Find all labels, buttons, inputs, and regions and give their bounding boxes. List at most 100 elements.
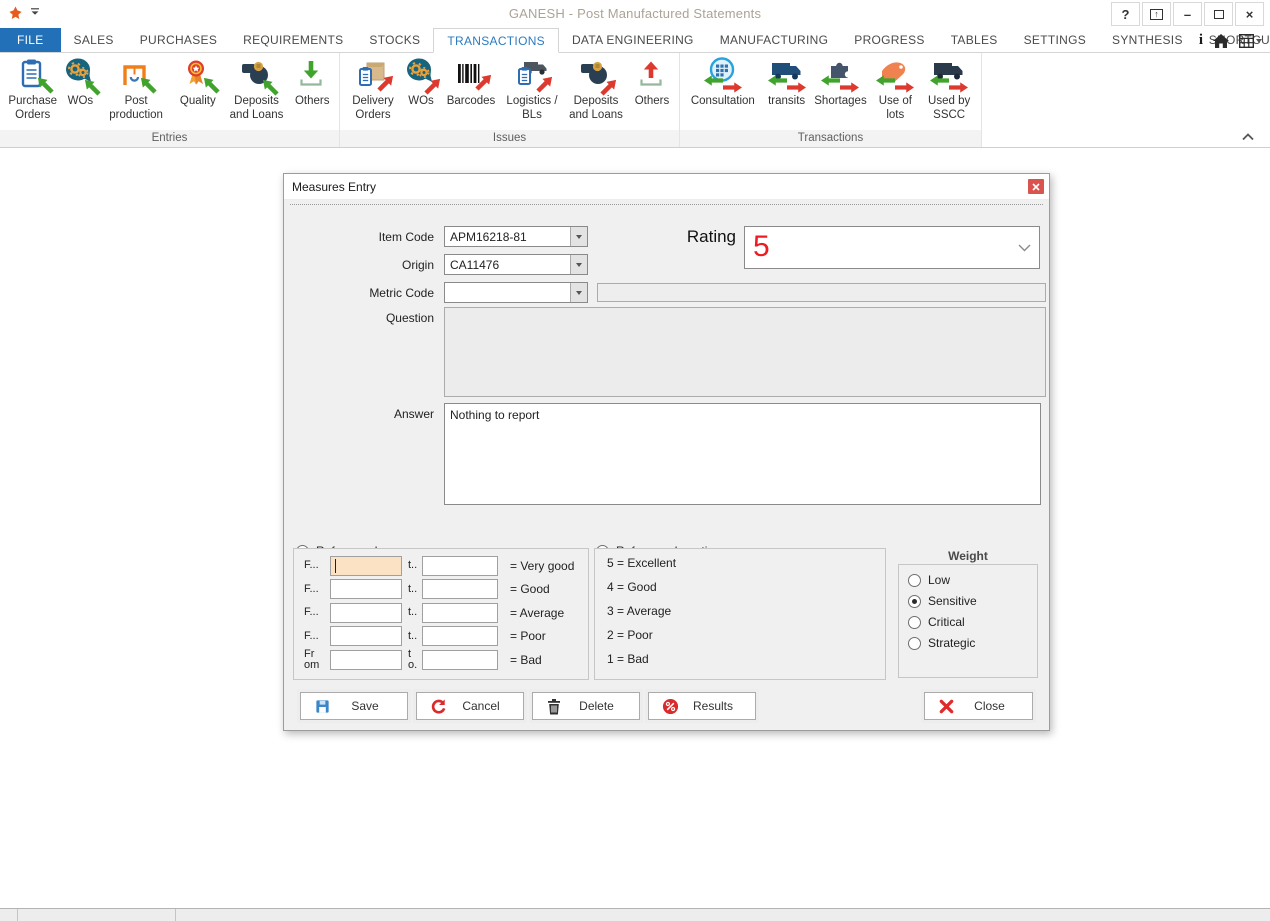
button-post-production[interactable]: Post production (102, 56, 170, 122)
collapse-ribbon-icon[interactable] (1242, 133, 1254, 141)
range-groupbox: F... t.. = Very good F... t.. = Good (293, 548, 589, 680)
calculator-icon (1239, 34, 1254, 48)
weight-strategic-radio[interactable]: Strategic (899, 636, 1037, 650)
weight-critical-radio[interactable]: Critical (899, 615, 1037, 629)
tab-manufacturing[interactable]: MANUFACTURING (707, 28, 842, 52)
range-to-input-4[interactable] (422, 626, 498, 646)
maximize-icon (1214, 10, 1224, 19)
radio-circle (908, 616, 921, 629)
metric-code-label: Metric Code (284, 286, 434, 300)
tab-purchases[interactable]: PURCHASES (127, 28, 230, 52)
button-delivery-orders[interactable]: Delivery Orders (347, 56, 399, 122)
pin-icon: ↑ (1150, 9, 1163, 20)
lot-tag-icon (876, 56, 914, 94)
results-button[interactable]: Results (648, 692, 756, 720)
close-window-button[interactable]: × (1235, 2, 1264, 26)
button-logistics-bls[interactable]: Logistics / BLs (504, 56, 560, 122)
button-quality[interactable]: Quality (175, 56, 221, 109)
range-row: From to. = Bad (294, 648, 588, 672)
tab-tables[interactable]: TABLES (938, 28, 1011, 52)
button-deposits-loans-issues[interactable]: Deposits and Loans (565, 56, 627, 122)
dropdown-arrow-icon[interactable] (570, 227, 587, 246)
status-cell (18, 909, 176, 921)
range-from-input-4[interactable] (330, 626, 402, 646)
delivery-orders-icon (354, 56, 392, 94)
maximize-button[interactable] (1204, 2, 1233, 26)
minimize-button[interactable]: – (1173, 2, 1202, 26)
tab-progress[interactable]: PROGRESS (841, 28, 937, 52)
button-used-by-sscc[interactable]: Used by SSCC (921, 56, 977, 122)
dialog-close-button[interactable] (1028, 179, 1044, 194)
rating-combobox[interactable]: 5 (744, 226, 1040, 269)
close-button[interactable]: Close (924, 692, 1033, 720)
metric-code-combobox[interactable] (444, 282, 588, 303)
range-from-input-2[interactable] (330, 579, 402, 599)
legend-item: 2 = Poor (595, 623, 885, 647)
range-from-input-3[interactable] (330, 603, 402, 623)
tab-settings[interactable]: SETTINGS (1011, 28, 1099, 52)
app-window: GANESH - Post Manufactured Statements ? … (0, 0, 1270, 921)
range-to-input-3[interactable] (422, 603, 498, 623)
item-code-combobox[interactable]: APM16218-81 (444, 226, 588, 247)
quality-icon (179, 56, 217, 94)
legend-item: 4 = Good (595, 575, 885, 599)
origin-combobox[interactable]: CA11476 (444, 254, 588, 275)
tab-data-engineering[interactable]: DATA ENGINEERING (559, 28, 707, 52)
grade-label: = Bad (498, 653, 588, 667)
work-orders-icon (61, 56, 99, 94)
weight-sensitive-radio[interactable]: Sensitive (899, 594, 1037, 608)
grade-label: = Poor (498, 629, 588, 643)
button-use-of-lots[interactable]: Use of lots (871, 56, 919, 122)
help-button[interactable]: ? (1111, 2, 1140, 26)
rating-legend-groupbox: 5 = Excellent 4 = Good 3 = Average 2 = P… (594, 548, 886, 680)
metric-description-field (597, 283, 1046, 302)
button-wos-entries[interactable]: WOs (63, 56, 97, 109)
tab-synthesis[interactable]: SYNTHESIS (1099, 28, 1196, 52)
dropdown-arrow-icon[interactable] (570, 283, 587, 302)
chevron-down-icon (1018, 244, 1031, 252)
pin-button[interactable]: ↑ (1142, 2, 1171, 26)
weight-low-radio[interactable]: Low (899, 573, 1037, 587)
text-cursor (335, 559, 336, 573)
ribbon: Purchase Orders WOs Post production (0, 53, 1270, 148)
item-code-label: Item Code (284, 230, 434, 244)
calculator-dropdown-icon (1256, 39, 1262, 43)
tab-transactions[interactable]: TRANSACTIONS (433, 28, 559, 53)
answer-textarea[interactable]: Nothing to report (444, 403, 1041, 505)
tab-sales[interactable]: SALES (61, 28, 127, 52)
delete-button[interactable]: Delete (532, 692, 640, 720)
range-to-input-5[interactable] (422, 650, 498, 670)
calculator-menu[interactable] (1239, 34, 1262, 48)
dropdown-arrow-icon[interactable] (570, 255, 587, 274)
button-transits[interactable]: transits (764, 56, 810, 109)
range-from-input-1[interactable] (330, 556, 402, 576)
home-icon[interactable] (1213, 34, 1229, 48)
button-consultation[interactable]: Consultation (684, 56, 762, 109)
tab-stocks[interactable]: STOCKS (356, 28, 433, 52)
cancel-button[interactable]: Cancel (416, 692, 524, 720)
button-deposits-loans-entries[interactable]: Deposits and Loans (226, 56, 288, 122)
range-to-input-1[interactable] (422, 556, 498, 576)
tab-requirements[interactable]: REQUIREMENTS (230, 28, 356, 52)
range-row: F... t.. = Poor (294, 625, 588, 649)
button-others-entries[interactable]: Others (292, 56, 332, 109)
range-row: F... t.. = Good (294, 578, 588, 602)
save-button[interactable]: Save (300, 692, 408, 720)
info-icon[interactable]: i (1199, 32, 1203, 49)
button-shortages[interactable]: Shortages (811, 56, 869, 109)
weight-group-label: Weight (898, 549, 1038, 563)
workspace: Measures Entry Item Code APM16218-81 Rat… (0, 148, 1270, 908)
dialog-title: Measures Entry (292, 180, 376, 194)
origin-label: Origin (284, 258, 434, 272)
button-barcodes[interactable]: Barcodes (443, 56, 499, 109)
button-purchase-orders[interactable]: Purchase Orders (7, 56, 59, 122)
window-controls: ? ↑ – × (1111, 2, 1264, 26)
range-to-input-2[interactable] (422, 579, 498, 599)
ribbon-group-entries: Purchase Orders WOs Post production (0, 53, 340, 147)
tab-file[interactable]: FILE (0, 28, 61, 52)
button-wos-issues[interactable]: WOs (404, 56, 438, 109)
grade-label: = Good (498, 582, 588, 596)
range-from-input-5[interactable] (330, 650, 402, 670)
button-others-issues[interactable]: Others (632, 56, 672, 109)
group-label-entries: Entries (0, 130, 339, 147)
